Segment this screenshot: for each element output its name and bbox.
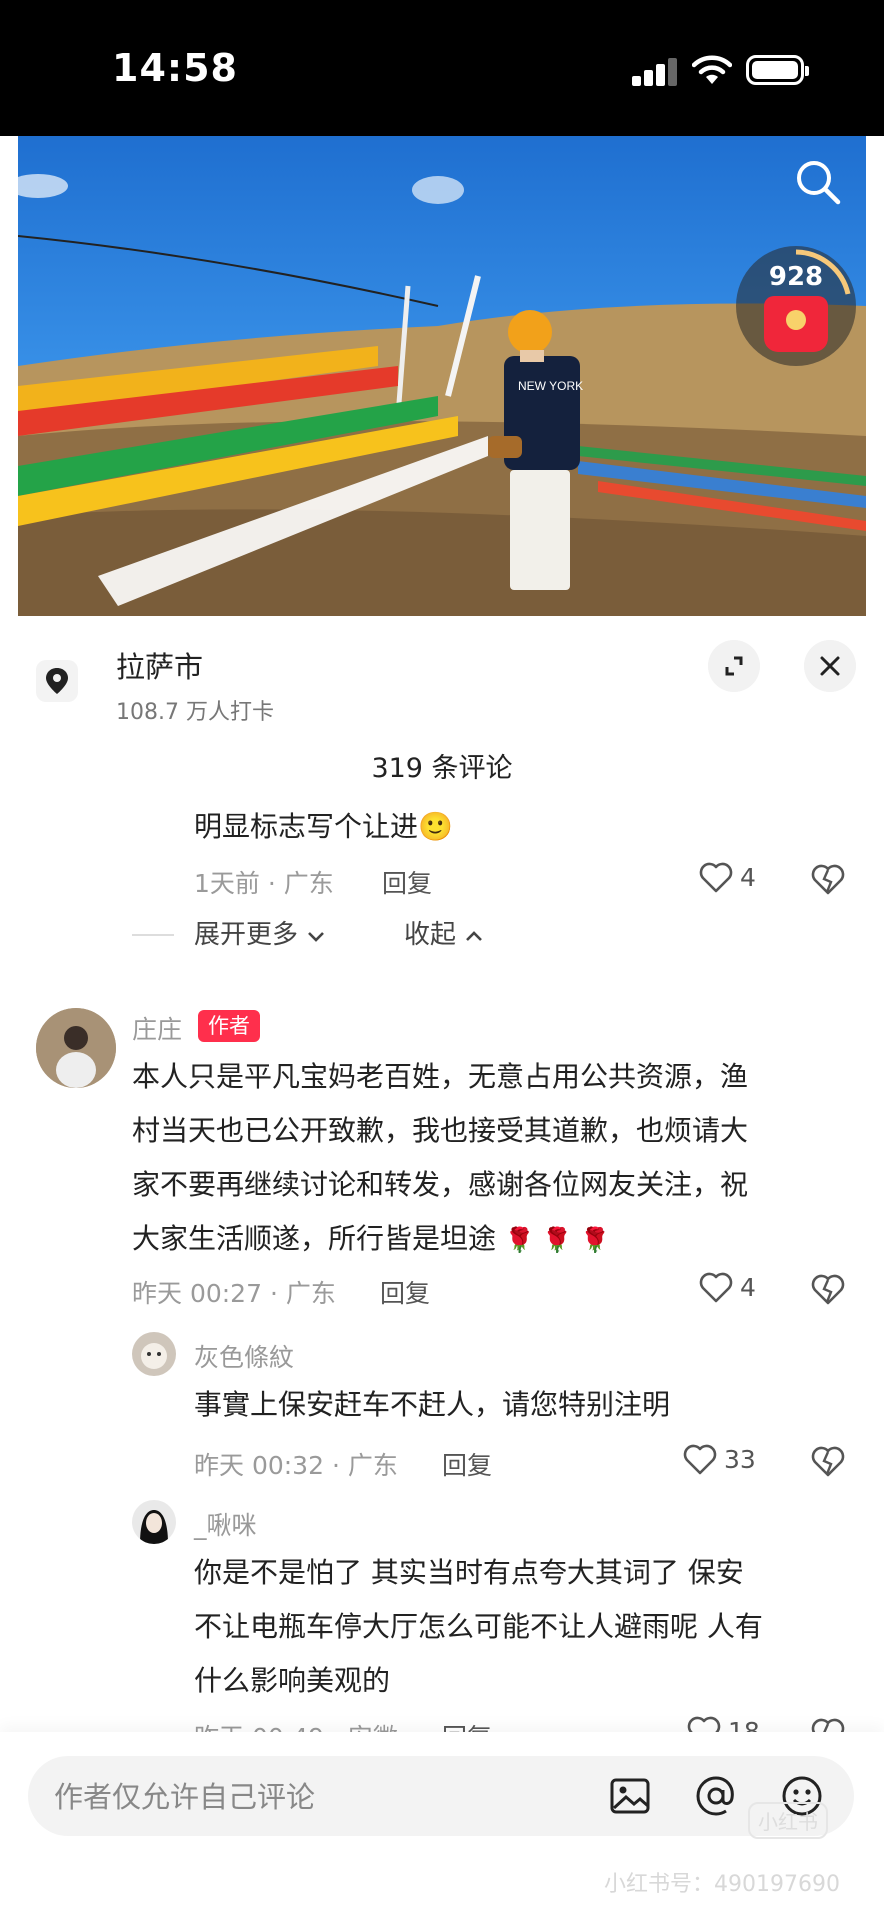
main-comment-line: 大家生活顺遂，所行皆是坦途: [132, 1222, 497, 1255]
redpacket-icon[interactable]: 928: [736, 246, 856, 366]
partial-comment-meta: 1天前 · 广东: [194, 869, 334, 898]
battery-icon: [746, 55, 809, 85]
partial-comment-body: 明显标志写个让进: [194, 810, 419, 843]
status-time: 14:58: [112, 46, 238, 90]
main-comment-like-count: 4: [740, 1272, 756, 1302]
close-icon[interactable]: [804, 640, 856, 692]
watermark-id: 小红书号：490197690: [604, 1872, 840, 1897]
reply-reply-button[interactable]: 回复: [442, 1446, 492, 1482]
avatar[interactable]: [36, 1008, 116, 1088]
at-icon[interactable]: [692, 1772, 740, 1820]
photo-scene: NEW YORK: [18, 174, 866, 616]
heart-icon: [699, 1272, 733, 1303]
comment-input[interactable]: 作者仅允许自己评论: [28, 1756, 854, 1836]
main-comment-text: 本人只是平凡宝妈老百姓，无意占用公共资源，渔 村当天也已公开致歉，我也接受其道歉…: [132, 1050, 872, 1267]
redpacket-bag: [764, 296, 828, 352]
avatar[interactable]: [132, 1500, 176, 1544]
main-comment-line: 村当天也已公开致歉，我也接受其道歉，也烦请大: [132, 1114, 749, 1147]
chevron-up-icon: [466, 931, 483, 941]
main-comment-reply-button[interactable]: 回复: [380, 1274, 430, 1310]
location-checkins: 108.7 万人打卡: [116, 700, 274, 725]
reply-like-count: 33: [724, 1444, 756, 1474]
search-icon[interactable]: [792, 156, 844, 208]
main-comment-meta: 昨天 00:27 · 广东: [132, 1279, 336, 1308]
location-name[interactable]: 拉萨市: [116, 644, 203, 686]
expand-more-button[interactable]: 展开更多: [194, 914, 326, 951]
post-photo[interactable]: NEW YORK: [18, 136, 866, 616]
reply-username[interactable]: _啾咪: [194, 1506, 257, 1542]
main-comment-like-button[interactable]: 4: [698, 1270, 756, 1304]
redpacket-count: 928: [768, 262, 824, 292]
chevron-down-icon: [308, 932, 325, 942]
comment-sheet: 拉萨市 108.7 万人打卡 319 条评论 明显标志写个让进🙂 1天前 · 广…: [0, 616, 884, 1920]
partial-comment-text: 明显标志写个让进🙂: [194, 800, 453, 854]
reply-line: 你是不是怕了 其实当时有点夸大其词了 保安: [194, 1556, 744, 1589]
main-comment-line: 家不要再继续讨论和转发，感谢各位网友关注，祝: [132, 1168, 749, 1201]
reply-line: 事實上保安赶车不赶人，请您特别注明: [194, 1388, 671, 1421]
rose-emojis: 🌹 🌹 🌹: [504, 1226, 610, 1254]
location-pin-icon: [36, 660, 78, 702]
partial-comment-like-button[interactable]: 4: [698, 860, 756, 894]
thread-divider: [132, 934, 174, 936]
collapse-label: 收起: [404, 920, 457, 950]
dislike-icon[interactable]: [810, 862, 846, 896]
wifi-icon: [692, 55, 732, 84]
reply-line: 什么影响美观的: [194, 1664, 391, 1697]
dislike-icon[interactable]: [810, 1272, 846, 1306]
collapse-button[interactable]: 收起: [404, 914, 484, 951]
partial-comment-reply-button[interactable]: 回复: [382, 864, 432, 900]
reply-like-button[interactable]: 33: [682, 1442, 756, 1476]
expand-more-label: 展开更多: [194, 920, 299, 950]
dislike-icon[interactable]: [810, 1444, 846, 1478]
main-comment-line: 本人只是平凡宝妈老百姓，无意占用公共资源，渔: [132, 1060, 749, 1093]
expand-icon[interactable]: [708, 640, 760, 692]
heart-icon: [683, 1444, 717, 1475]
avatar-image: [132, 1500, 176, 1544]
author-badge: 作者: [198, 1010, 260, 1042]
status-bar: 14:58: [0, 0, 884, 136]
image-icon[interactable]: [606, 1772, 654, 1820]
reply-line: 不让电瓶车停大厅怎么可能不让人避雨呢 人有: [194, 1610, 763, 1643]
svg-text:NEW YORK: NEW YORK: [518, 379, 583, 393]
reply-text: 事實上保安赶车不赶人，请您特别注明: [194, 1378, 854, 1432]
heart-icon: [699, 862, 733, 893]
reply-username[interactable]: 灰色條紋: [194, 1338, 294, 1374]
avatar-image: [36, 1008, 116, 1088]
comment-username[interactable]: 庄庄: [132, 1010, 182, 1046]
partial-comment-like-count: 4: [740, 862, 756, 892]
watermark-logo: 小红书: [748, 1802, 828, 1839]
smile-emoji: 🙂: [418, 810, 453, 843]
avatar[interactable]: [132, 1332, 176, 1376]
comment-input-placeholder: 作者仅允许自己评论: [54, 1780, 316, 1814]
reply-meta: 昨天 00:32 · 广东: [194, 1451, 398, 1480]
comment-total: 319 条评论: [371, 753, 513, 784]
cellular-signal-icon: [632, 58, 678, 86]
avatar-image: [132, 1332, 176, 1376]
reply-text: 你是不是怕了 其实当时有点夸大其词了 保安 不让电瓶车停大厅怎么可能不让人避雨呢…: [194, 1546, 854, 1708]
